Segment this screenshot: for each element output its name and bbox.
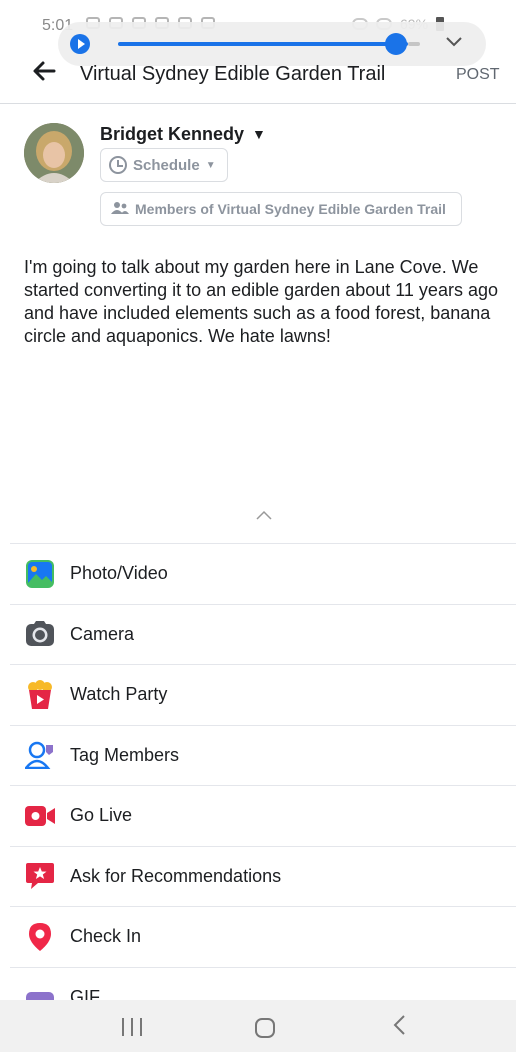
gif-icon: GIF xyxy=(24,987,56,1000)
post-button[interactable]: POST xyxy=(456,66,500,84)
avatar xyxy=(24,123,84,183)
option-check-in[interactable]: Check In xyxy=(10,906,516,967)
option-label: Photo/Video xyxy=(70,563,168,584)
tag-members-icon xyxy=(24,739,56,771)
post-text-input[interactable]: I'm going to talk about my garden here i… xyxy=(24,256,500,348)
option-ask-recommendations[interactable]: Ask for Recommendations xyxy=(10,845,516,907)
schedule-label: Schedule xyxy=(133,156,200,174)
audience-selector[interactable]: Members of Virtual Sydney Edible Garden … xyxy=(100,192,462,226)
option-label: GIF xyxy=(70,986,100,1000)
home-icon[interactable] xyxy=(255,1018,275,1038)
chevron-down-icon[interactable] xyxy=(446,34,462,50)
members-icon xyxy=(111,201,129,218)
system-nav-bar xyxy=(0,1000,516,1052)
recommendations-icon xyxy=(24,860,56,892)
caret-down-icon[interactable]: ▼ xyxy=(252,126,266,142)
option-label: Go Live xyxy=(70,805,133,826)
option-go-live[interactable]: Go Live xyxy=(10,785,516,846)
check-in-icon xyxy=(24,921,56,953)
arrow-left-icon[interactable] xyxy=(32,60,56,86)
option-label: Watch Party xyxy=(70,684,168,705)
app-header: Virtual Sydney Edible Garden Trail POST xyxy=(0,50,516,104)
back-icon[interactable] xyxy=(392,1014,406,1042)
option-label: Check In xyxy=(70,926,142,947)
option-watch-party[interactable]: Watch Party xyxy=(10,664,516,725)
recents-icon[interactable] xyxy=(122,1018,142,1036)
camera-icon xyxy=(24,618,56,650)
audience-label: Members of Virtual Sydney Edible Garden … xyxy=(135,201,446,217)
go-live-icon xyxy=(24,800,56,832)
progress-track-remaining[interactable] xyxy=(408,42,420,46)
option-tag-members[interactable]: Tag Members xyxy=(10,724,516,786)
caret-down-icon: ▼ xyxy=(205,159,216,171)
schedule-button[interactable]: Schedule ▼ xyxy=(100,148,228,182)
page-title: Virtual Sydney Edible Garden Trail xyxy=(80,63,386,85)
option-label: Camera xyxy=(70,623,135,644)
progress-track[interactable] xyxy=(118,42,408,46)
clock-icon xyxy=(109,156,127,174)
watch-party-icon xyxy=(24,679,56,711)
option-photo-video[interactable]: Photo/Video xyxy=(10,543,516,604)
option-gif[interactable]: GIF GIF xyxy=(10,966,516,1000)
chevron-up-icon[interactable] xyxy=(255,507,273,525)
author-name[interactable]: Bridget Kennedy xyxy=(100,124,244,145)
photo-video-icon xyxy=(24,558,56,590)
option-label: Tag Members xyxy=(70,744,180,765)
option-camera[interactable]: Camera xyxy=(10,603,516,665)
composer-options: Photo/Video Camera Watch Party Tag Membe… xyxy=(10,543,516,1000)
option-label: Ask for Recommendations xyxy=(70,865,282,886)
